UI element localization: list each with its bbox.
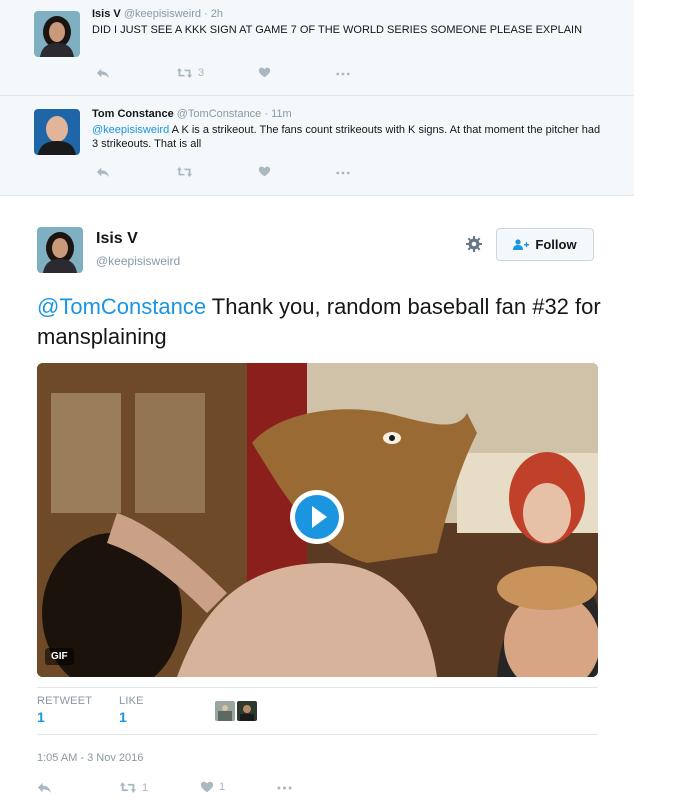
reply-icon [37, 780, 52, 795]
more-button[interactable] [336, 171, 350, 175]
reply-button[interactable] [37, 780, 52, 795]
author-name[interactable]: Isis V [92, 8, 121, 20]
follow-person-icon [513, 238, 530, 250]
like-button[interactable]: 1 [200, 780, 225, 794]
reply-tweet[interactable]: Isis V @keepisisweird · 2h DID I JUST SE… [0, 0, 634, 96]
avatar-woman-icon [37, 227, 83, 273]
avatar[interactable] [237, 701, 257, 721]
retweet-icon [176, 165, 193, 179]
mention-link[interactable]: @keepisisweird [92, 124, 169, 136]
gear-icon[interactable] [466, 236, 482, 252]
reply-icon [96, 66, 110, 80]
more-button[interactable] [336, 72, 350, 76]
tweet-time[interactable]: · 2h [204, 8, 223, 20]
tweet-time[interactable]: · 11m [264, 108, 291, 120]
more-icon [277, 786, 292, 790]
author-handle[interactable]: @TomConstance [177, 108, 262, 120]
tweet-text: DID I JUST SEE A KKK SIGN AT GAME 7 OF T… [92, 24, 583, 36]
tweet-timestamp[interactable]: 1:05 AM - 3 Nov 2016 [37, 752, 143, 764]
author-name[interactable]: Tom Constance [92, 108, 174, 120]
avatar[interactable] [34, 11, 80, 57]
avatar-man-icon [34, 109, 80, 155]
tweet-header: Isis V @keepisisweird · 2h [92, 8, 223, 20]
more-icon [336, 72, 350, 76]
tweet-stats: RETWEET 1 LIKE 1 [37, 687, 598, 735]
follow-label: Follow [535, 237, 577, 252]
avatar[interactable] [34, 109, 80, 155]
liker-avatar-icon [237, 701, 257, 721]
like-stat-count: 1 [119, 709, 127, 725]
like-icon [258, 66, 271, 79]
likers-avatars [215, 701, 257, 721]
tweet-text: @keepisisweird A K is a strikeout. The f… [92, 123, 602, 151]
author-handle[interactable]: @keepisisweird [96, 254, 180, 268]
play-icon[interactable] [288, 488, 346, 546]
retweet-stat[interactable]: RETWEET 1 [37, 695, 92, 725]
more-button[interactable] [277, 786, 292, 790]
retweet-button[interactable]: 1 [119, 780, 148, 795]
more-icon [336, 171, 350, 175]
like-stat-label: LIKE [119, 695, 144, 707]
tweet-text: @TomConstance Thank you, random baseball… [37, 292, 607, 352]
retweet-count: 1 [142, 781, 149, 794]
retweet-stat-count: 1 [37, 709, 45, 725]
like-icon [258, 165, 271, 178]
like-icon [200, 780, 214, 794]
like-button[interactable] [258, 165, 271, 178]
gif-player[interactable]: GIF [37, 363, 598, 677]
tweet-header: Tom Constance @TomConstance · 11m [92, 108, 292, 120]
follow-button[interactable]: Follow [496, 228, 594, 261]
avatar[interactable] [215, 701, 235, 721]
liker-avatar-icon [215, 701, 235, 721]
like-stat[interactable]: LIKE 1 [119, 695, 144, 725]
author-handle[interactable]: @keepisisweird [124, 8, 201, 20]
retweet-icon [119, 780, 137, 795]
gif-badge: GIF [45, 648, 74, 665]
reply-button[interactable] [96, 165, 110, 179]
reply-icon [96, 165, 110, 179]
retweet-button[interactable]: 3 [176, 66, 204, 80]
like-button[interactable] [258, 66, 271, 79]
avatar-woman-icon [34, 11, 80, 57]
retweet-stat-label: RETWEET [37, 695, 93, 707]
reply-tweet[interactable]: Tom Constance @TomConstance · 11m @keepi… [0, 97, 634, 196]
tweet-body: A K is a strikeout. The fans count strik… [92, 124, 601, 150]
author-name[interactable]: Isis V [96, 230, 138, 248]
retweet-count: 3 [198, 67, 205, 79]
permalink-tweet: Isis V @keepisisweird Follow @TomConstan… [0, 196, 634, 806]
mention-link[interactable]: @TomConstance [37, 294, 206, 319]
retweet-icon [176, 66, 193, 80]
conversation-thread: Isis V @keepisisweird · 2h DID I JUST SE… [0, 0, 634, 196]
like-count: 1 [219, 781, 226, 793]
reply-button[interactable] [96, 66, 110, 80]
avatar[interactable] [37, 227, 83, 273]
retweet-button[interactable] [176, 165, 193, 179]
